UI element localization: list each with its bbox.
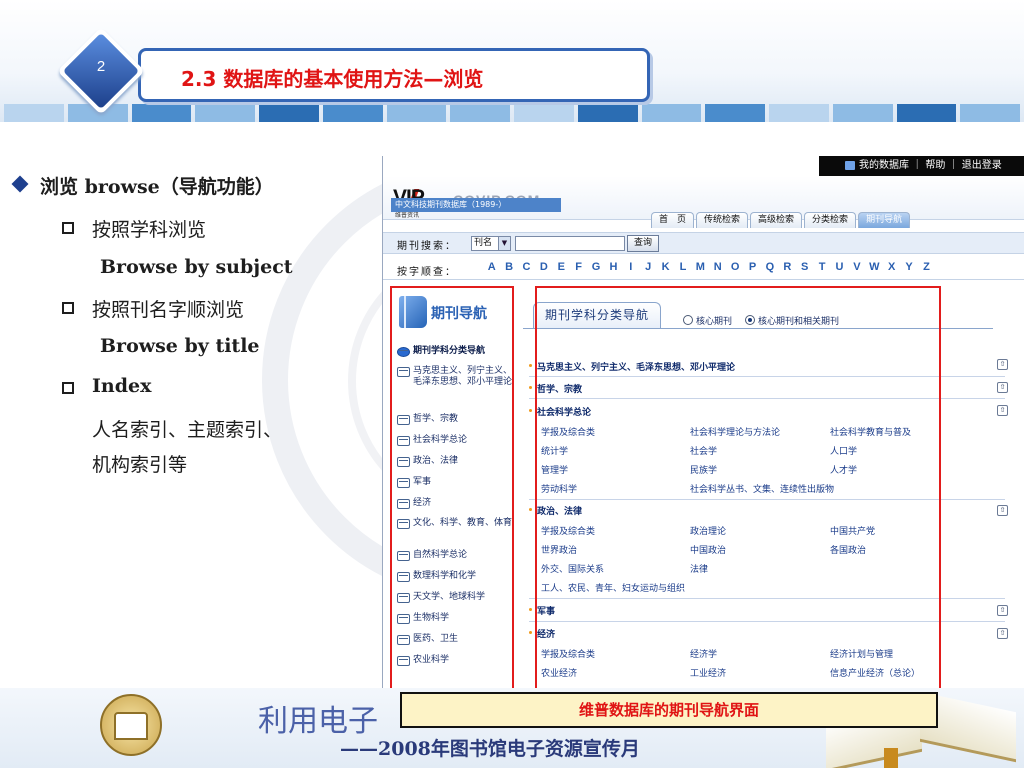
collapse-icon[interactable]: ⇧: [997, 382, 1008, 393]
seal-building-icon: [114, 712, 148, 740]
alpha-letter[interactable]: G: [587, 261, 604, 273]
bullet-item-sub: Browse by subject: [100, 256, 293, 278]
alpha-letter[interactable]: H: [605, 261, 622, 273]
bullet-item-sub: Browse by title: [100, 335, 260, 357]
alpha-letter[interactable]: V: [848, 261, 865, 273]
slide-title-box: 2.3 数据库的基本使用方法—浏览: [138, 48, 650, 102]
header-stripes: [0, 104, 1024, 122]
alpha-letter[interactable]: R: [779, 261, 796, 273]
alpha-letter[interactable]: B: [500, 261, 517, 273]
alpha-letter[interactable]: S: [796, 261, 813, 273]
search-label: 期刊搜索：: [397, 241, 457, 252]
alpha-letter[interactable]: D: [535, 261, 552, 273]
alpha-letter[interactable]: N: [709, 261, 726, 273]
account-bar: 我的数据库 ｜ 帮助 ｜ 退出登录: [819, 156, 1024, 176]
highlight-main-panel: [535, 286, 941, 690]
alpha-letter[interactable]: L: [674, 261, 691, 273]
collapse-icon[interactable]: ⇧: [997, 628, 1008, 639]
tab-home[interactable]: 首 页: [651, 212, 695, 228]
site-nav-tabs: 首 页 传统检索 高级检索 分类检索 期刊导航: [651, 212, 911, 228]
search-field-select[interactable]: 刊名 ▼: [471, 236, 511, 251]
slide-number: 2: [96, 58, 106, 75]
alpha-letter[interactable]: Y: [900, 261, 917, 273]
folder-icon: [845, 161, 855, 170]
collapse-icon[interactable]: ⇧: [997, 505, 1008, 516]
journal-search-row: 期刊搜索： 刊名 ▼ 查询: [383, 232, 1024, 254]
site-subtitle: 中文科技期刊数据库（1989-）: [391, 198, 561, 212]
alphabet-label: 按字顺查：: [397, 267, 457, 278]
alpha-letter[interactable]: Z: [918, 261, 935, 273]
bullet-item-label: 按照刊名字顺浏览: [92, 299, 245, 321]
alpha-letter[interactable]: A: [483, 261, 500, 273]
tab-traditional-search[interactable]: 传统检索: [696, 212, 749, 228]
collapse-icon[interactable]: ⇧: [997, 359, 1008, 370]
square-bullet-icon: [62, 302, 74, 314]
alpha-letter[interactable]: M: [692, 261, 709, 273]
alpha-letter[interactable]: P: [744, 261, 761, 273]
square-bullet-icon: [62, 222, 74, 234]
highlight-left-nav: [390, 286, 514, 690]
alpha-letter[interactable]: T: [813, 261, 830, 273]
alpha-letter[interactable]: E: [553, 261, 570, 273]
collapse-icon[interactable]: ⇧: [997, 405, 1008, 416]
alpha-letter[interactable]: O: [726, 261, 743, 273]
alphabet-row: 按字顺查： A B C D E F G H I J K L M N O P Q …: [383, 258, 1024, 280]
collapse-icon[interactable]: ⇧: [997, 605, 1008, 616]
alpha-letter[interactable]: U: [831, 261, 848, 273]
slide-title: 2.3 数据库的基本使用方法—浏览: [181, 67, 484, 91]
alpha-letter[interactable]: X: [883, 261, 900, 273]
alphabet-letters: A B C D E F G H I J K L M N O P Q R S T …: [483, 261, 935, 273]
tab-classified-search[interactable]: 分类检索: [804, 212, 857, 228]
bullet-item-label: Index: [92, 375, 152, 397]
alpha-letter[interactable]: J: [640, 261, 657, 273]
diamond-bullet-icon: [11, 175, 29, 193]
alpha-letter[interactable]: I: [622, 261, 639, 273]
bullet-item-sub: 人名索引、主题索引、: [92, 419, 283, 441]
alpha-letter[interactable]: K: [657, 261, 674, 273]
search-input[interactable]: [515, 236, 625, 251]
account-links[interactable]: 我的数据库 ｜ 帮助 ｜ 退出登录: [859, 160, 1002, 171]
tab-journal-navigation[interactable]: 期刊导航: [858, 212, 911, 228]
square-bullet-icon: [62, 382, 74, 394]
chevron-down-icon: ▼: [498, 237, 510, 250]
tab-advanced-search[interactable]: 高级检索: [750, 212, 803, 228]
alpha-letter[interactable]: C: [518, 261, 535, 273]
footer-subtitle: ——2008年图书馆电子资源宣传月: [340, 738, 640, 760]
alpha-letter[interactable]: W: [866, 261, 883, 273]
bullet-item-sub: 机构索引等: [92, 454, 188, 476]
bullet-item-label: 按照学科浏览: [92, 219, 207, 241]
alpha-letter[interactable]: Q: [761, 261, 778, 273]
search-button[interactable]: 查询: [627, 235, 659, 252]
bullet-main: 浏览 browse（导航功能）: [40, 176, 274, 198]
screenshot-caption: 维普数据库的期刊导航界面: [400, 692, 938, 728]
alpha-letter[interactable]: F: [570, 261, 587, 273]
